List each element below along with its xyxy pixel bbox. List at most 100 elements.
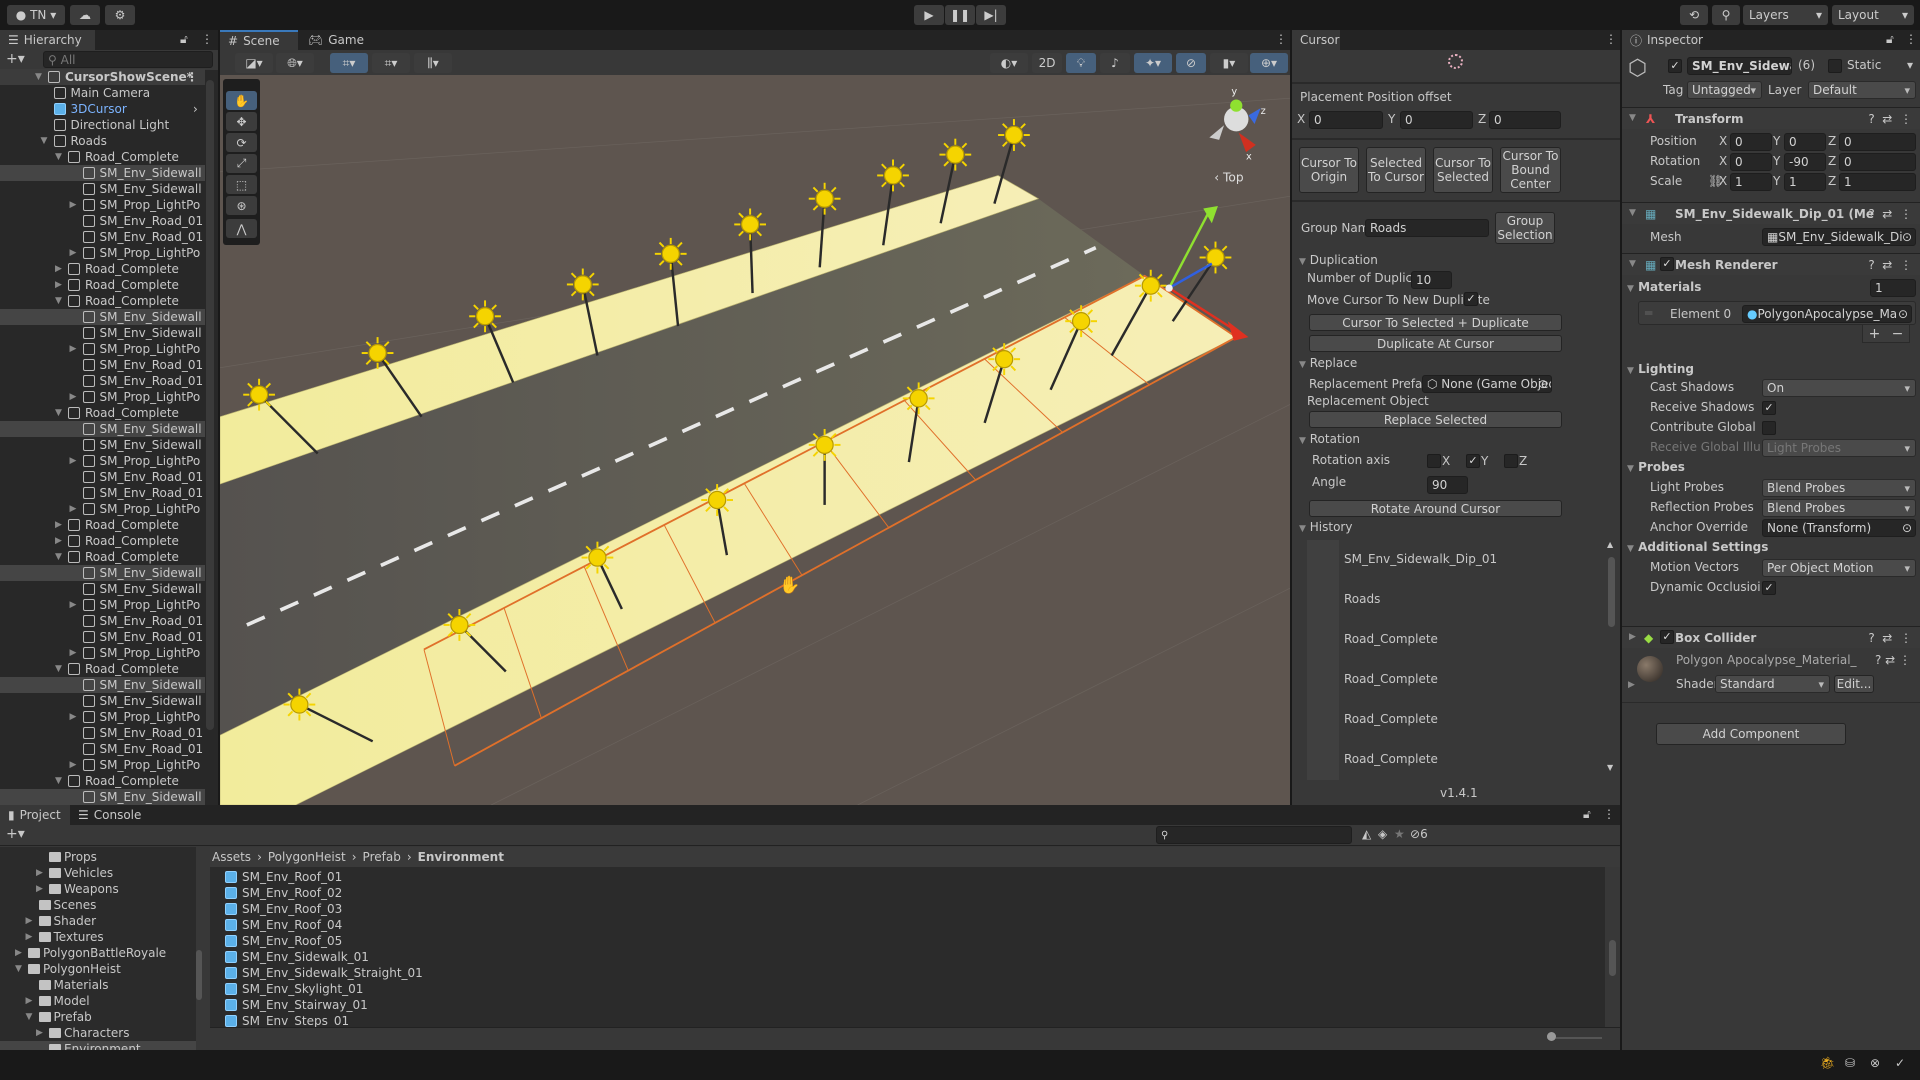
lighting-foldout[interactable]: ▼ Lighting: [1627, 362, 1694, 376]
pause-button[interactable]: ❚❚: [945, 5, 975, 25]
scale-x-input[interactable]: 1: [1730, 173, 1772, 191]
axis-y-checkbox[interactable]: ✓: [1466, 454, 1480, 468]
cache-icon[interactable]: ⛁: [1845, 1056, 1855, 1070]
layout-dropdown[interactable]: Layout ▾: [1832, 5, 1914, 25]
hierarchy-scrollbar[interactable]: [206, 80, 214, 730]
minus-icon[interactable]: −: [1892, 326, 1904, 342]
more-menu-icon[interactable]: ⋮: [186, 70, 198, 84]
expand-arrow-open-icon[interactable]: ▼: [55, 296, 62, 306]
hierarchy-row[interactable]: ▶ Road_Complete: [0, 533, 205, 549]
history-foldout[interactable]: ▼ History: [1299, 520, 1352, 534]
axis-z-checkbox[interactable]: [1504, 454, 1518, 468]
hierarchy-row[interactable]: SM_Env_Road_01: [0, 229, 205, 245]
rotation-y-input[interactable]: -90: [1784, 153, 1826, 171]
search-by-type-icon[interactable]: ◭: [1362, 827, 1371, 841]
breadcrumb-environment[interactable]: Environment: [418, 850, 504, 864]
reflection-probes-dropdown[interactable]: Blend Probes: [1762, 499, 1916, 517]
history-scroll-up[interactable]: ▲: [1607, 540, 1613, 549]
transform-tool[interactable]: ⊛: [226, 196, 257, 215]
history-item[interactable]: SM_Env_Sidewalk_Dip_01: [1307, 540, 1557, 580]
asset-row[interactable]: SM_Env_Sidewalk_Straight_01: [210, 965, 610, 981]
gizmo-view-label[interactable]: ‹ Top: [1214, 171, 1244, 185]
toggle-2d-button[interactable]: 2D: [1032, 53, 1062, 73]
project-folder-row[interactable]: ▶ Weapons: [0, 881, 196, 897]
lock-icon[interactable]: 🔓︎: [180, 32, 188, 47]
receive-shadows-checkbox[interactable]: ✓: [1762, 401, 1776, 415]
expand-arrow-closed-icon[interactable]: ▶: [70, 600, 77, 610]
rotation-x-input[interactable]: 0: [1730, 153, 1772, 171]
offset-y-input[interactable]: 0: [1400, 111, 1473, 129]
visibility-toggle[interactable]: ⊘: [1176, 53, 1206, 73]
tab-game[interactable]: 🎮︎ Game: [300, 30, 370, 50]
project-search-input[interactable]: ⚲: [1156, 826, 1352, 844]
asset-row[interactable]: SM_Env_Roof_02: [210, 885, 610, 901]
rotation-z-input[interactable]: 0: [1839, 153, 1916, 171]
mesh-renderer-checkbox[interactable]: ✓: [1660, 257, 1674, 271]
effects-dropdown[interactable]: ✦▾: [1134, 53, 1172, 73]
breadcrumb-prefab[interactable]: Prefab: [363, 850, 401, 864]
file-list-scrollbar[interactable]: [1609, 940, 1616, 976]
static-dropdown-arrow[interactable]: ▾: [1907, 58, 1913, 72]
hierarchy-row[interactable]: ▶ SM_Prop_LightPo: [0, 597, 205, 613]
chevron-right-icon[interactable]: ›: [193, 102, 198, 116]
layer-dropdown[interactable]: Default: [1808, 81, 1916, 99]
expand-arrow-open-icon[interactable]: ▼: [26, 1012, 33, 1022]
contribute-gi-checkbox[interactable]: [1762, 421, 1776, 435]
hierarchy-row[interactable]: ▶ SM_Prop_LightPo: [0, 245, 205, 261]
expand-arrow-closed-icon[interactable]: ▶: [70, 456, 77, 466]
expand-arrow-closed-icon[interactable]: ▶: [36, 884, 43, 894]
expand-arrow-closed-icon[interactable]: ▶: [70, 248, 77, 258]
hand-tool[interactable]: ✋: [226, 91, 257, 110]
hierarchy-row[interactable]: SM_Env_Road_01: [0, 629, 205, 645]
dynamic-occlusion-checkbox[interactable]: ✓: [1762, 581, 1776, 595]
project-folder-row[interactable]: Materials: [0, 977, 196, 993]
active-checkbox[interactable]: ✓: [1668, 59, 1682, 73]
custom-tool[interactable]: ⋀: [226, 219, 257, 238]
mesh-filter-header[interactable]: ▼ ▦ SM_Env_Sidewalk_Dip_01 (Me? ⇄ ⋮: [1622, 202, 1920, 224]
expand-arrow-closed-icon[interactable]: ▶: [26, 916, 33, 926]
replacement-prefab-field[interactable]: ⬡ None (Game Object)⊙: [1422, 375, 1552, 393]
group-selection-button[interactable]: Group Selection: [1495, 212, 1555, 244]
hierarchy-row[interactable]: SM_Env_Road_01: [0, 357, 205, 373]
hierarchy-row[interactable]: SM_Env_Road_01: [0, 725, 205, 741]
hierarchy-row[interactable]: ▼ Road_Complete: [0, 405, 205, 421]
search-by-label-icon[interactable]: ◈: [1378, 827, 1387, 841]
object-name-input[interactable]: SM_Env_Sidewalk_Di: [1687, 57, 1792, 75]
rotate-tool[interactable]: ⟳: [226, 133, 257, 152]
expand-arrow-closed-icon[interactable]: ▶: [26, 932, 33, 942]
cursor-to-selected-button[interactable]: Cursor To Selected: [1433, 147, 1493, 193]
duplicate-at-cursor-button[interactable]: Duplicate At Cursor: [1309, 335, 1562, 352]
hierarchy-row[interactable]: Main Camera: [0, 85, 205, 101]
grid-snap-dropdown[interactable]: ⌗▾: [330, 53, 368, 73]
scale-z-input[interactable]: 1: [1839, 173, 1916, 191]
component-menu-icons[interactable]: ? ⇄ ⋮: [1868, 207, 1912, 221]
expand-arrow-open-icon[interactable]: ▼: [55, 152, 62, 162]
expand-arrow-closed-icon[interactable]: ▶: [70, 392, 77, 402]
hierarchy-row[interactable]: 3DCursor ›: [0, 101, 205, 117]
probes-foldout[interactable]: ▼ Probes: [1627, 460, 1685, 474]
rotation-foldout[interactable]: ▼ Rotation: [1299, 432, 1360, 446]
project-folder-row[interactable]: ▼ PolygonHeist: [0, 961, 196, 977]
object-picker-icon[interactable]: ⊙: [1902, 521, 1912, 535]
rect-tool[interactable]: ⬚: [226, 175, 257, 194]
project-folder-row[interactable]: Environment: [0, 1041, 196, 1050]
expand-arrow-closed-icon[interactable]: ▶: [70, 712, 77, 722]
history-item[interactable]: Road_Complete: [1307, 740, 1557, 780]
breadcrumb-assets[interactable]: Assets: [212, 850, 251, 864]
scale-y-input[interactable]: 1: [1784, 173, 1826, 191]
move-tool[interactable]: ✥: [226, 112, 257, 131]
hierarchy-row[interactable]: ▶ Road_Complete: [0, 517, 205, 533]
materials-foldout[interactable]: ▼ Materials: [1627, 280, 1701, 294]
expand-arrow-closed-icon[interactable]: ▶: [15, 948, 22, 958]
hierarchy-row[interactable]: SM_Env_Sidewall: [0, 789, 205, 805]
tab-cursor[interactable]: Cursor: [1292, 30, 1340, 50]
shader-dropdown[interactable]: Standard: [1715, 675, 1830, 693]
lock-icon[interactable]: 🔓︎: [1886, 32, 1894, 47]
hierarchy-row[interactable]: ▶ SM_Prop_LightPo: [0, 197, 205, 213]
tab-inspector[interactable]: ⓘ Inspector: [1622, 30, 1703, 50]
expand-arrow-open-icon[interactable]: ▼: [35, 72, 42, 82]
object-picker-icon[interactable]: ⊙: [1902, 230, 1912, 244]
hierarchy-row[interactable]: ▶ SM_Prop_LightPo: [0, 645, 205, 661]
audio-toggle[interactable]: ♪: [1100, 53, 1130, 73]
expand-arrow-closed-icon[interactable]: ▶: [55, 536, 62, 546]
